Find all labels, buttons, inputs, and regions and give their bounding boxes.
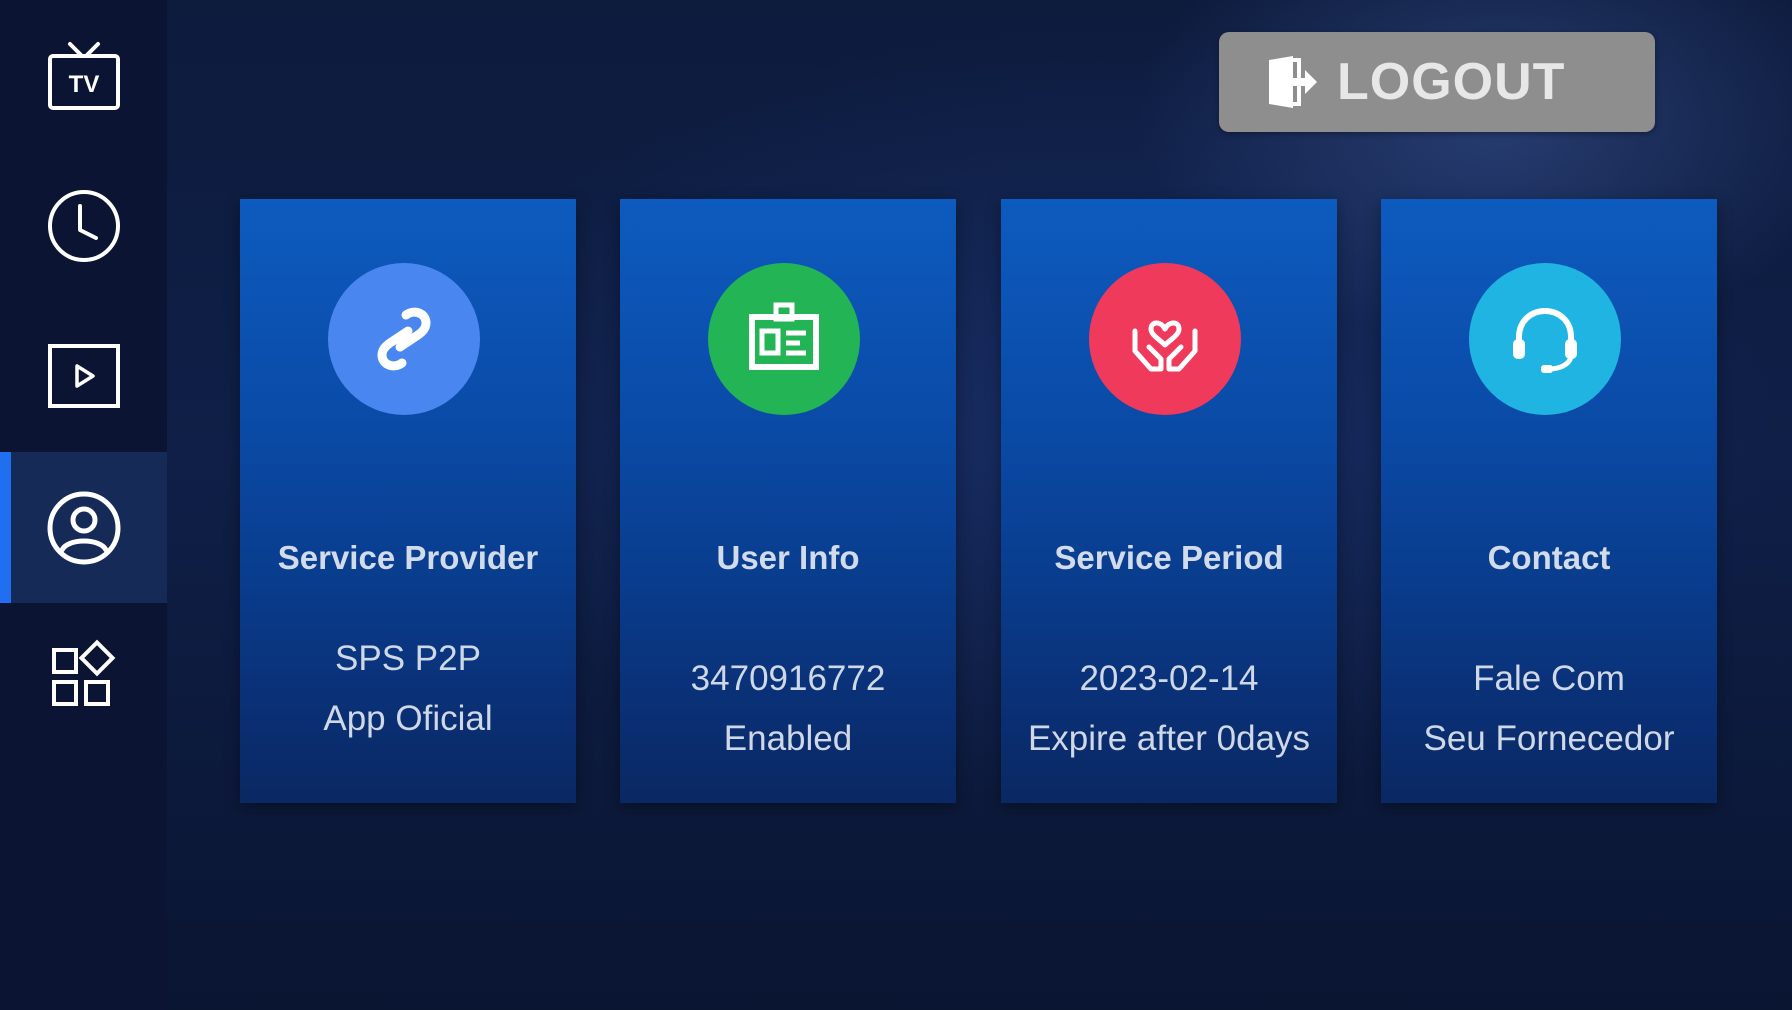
tv-icon: TV — [47, 41, 120, 110]
user-circle-icon — [47, 491, 120, 564]
apps-grid-icon — [51, 639, 115, 706]
account-screen: TV LOGOUT Service Provider SPS P2P App O… — [0, 0, 1792, 1010]
logout-button[interactable]: LOGOUT — [1219, 32, 1655, 132]
hands-heart-icon — [1089, 263, 1241, 415]
logout-icon — [1269, 56, 1317, 108]
card-title: User Info — [716, 539, 860, 576]
sidebar-item-video[interactable] — [0, 300, 167, 451]
logout-label: LOGOUT — [1337, 53, 1566, 111]
card-line-2: Expire after 0days — [1027, 719, 1311, 758]
contact-card[interactable]: Contact Fale Com Seu Fornecedor — [1381, 199, 1717, 803]
sidebar-item-history[interactable] — [0, 150, 167, 301]
card-line-2: Seu Fornecedor — [1423, 719, 1675, 758]
card-line-1: 2023-02-14 — [1079, 659, 1259, 698]
sidebar-item-apps[interactable] — [0, 602, 167, 753]
card-title: Service Period — [1054, 539, 1284, 576]
headset-icon — [1469, 263, 1621, 415]
service-period-card[interactable]: Service Period 2023-02-14 Expire after 0… — [1001, 199, 1337, 803]
tv-icon-label: TV — [68, 71, 99, 98]
clock-icon — [47, 189, 120, 262]
card-title: Service Provider — [277, 539, 539, 576]
sidebar: TV — [0, 0, 167, 1010]
link-icon — [328, 263, 480, 415]
card-line-2: App Oficial — [323, 699, 493, 738]
card-line-2: Enabled — [723, 719, 853, 758]
play-icon — [47, 343, 120, 408]
sidebar-item-tv[interactable]: TV — [0, 0, 167, 151]
user-info-card[interactable]: User Info 3470916772 Enabled — [620, 199, 956, 803]
sidebar-item-account[interactable] — [0, 452, 167, 603]
card-line-1: 3470916772 — [690, 659, 886, 698]
card-line-1: Fale Com — [1473, 659, 1625, 698]
card-title: Contact — [1487, 539, 1611, 576]
service-provider-card[interactable]: Service Provider SPS P2P App Oficial — [240, 199, 576, 803]
id-card-icon — [708, 263, 860, 415]
card-line-1: SPS P2P — [335, 639, 481, 678]
